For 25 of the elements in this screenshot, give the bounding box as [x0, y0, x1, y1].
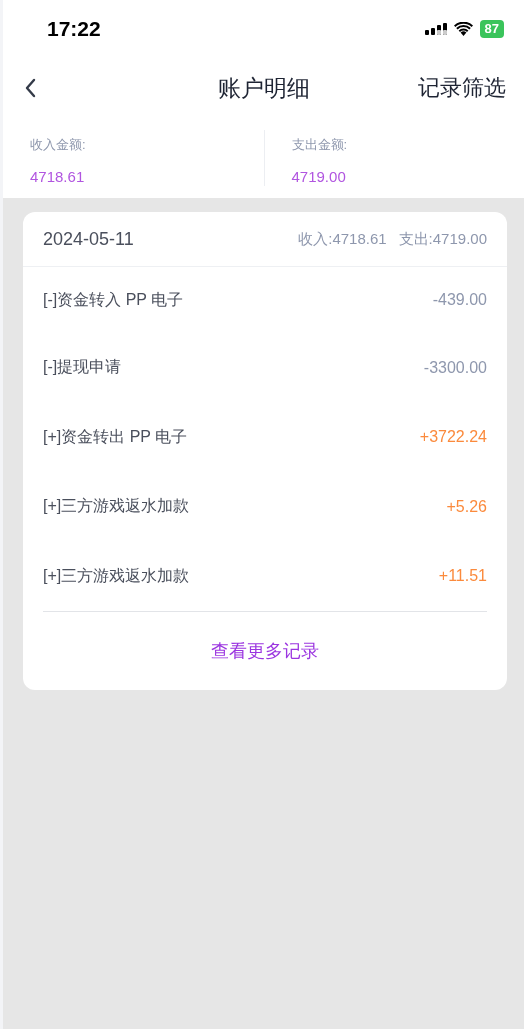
summary-label: 支出金额:: [291, 136, 349, 154]
record-title: [+]三方游戏返水加款: [43, 496, 190, 517]
wifi-icon: [453, 22, 473, 36]
battery-indicator: 87: [479, 20, 504, 38]
record-title: [-]提现申请: [43, 357, 122, 378]
summary-label: 收入金额:: [30, 136, 87, 154]
record-title: [+]资金转出 PP 电子: [43, 426, 188, 447]
record-title: [+]三方游戏返水加款: [43, 565, 190, 586]
record-amount: +3722.24: [419, 428, 487, 447]
more-records-link[interactable]: 查看更多记录: [211, 639, 319, 663]
expense-total: 支出:4719.00: [398, 229, 487, 249]
record-amount: -439.00: [432, 291, 487, 309]
back-button[interactable]: [23, 77, 37, 99]
record-title: [-]资金转入 PP 电子: [43, 289, 184, 310]
clock-time: 17:22: [47, 17, 101, 41]
date-label: 2024-05-11: [43, 228, 134, 250]
record-amount: +5.26: [446, 497, 487, 516]
summary-amount: 4719.00: [291, 168, 347, 185]
signal-icon: [424, 22, 447, 36]
record-amount: -3300.00: [423, 358, 487, 377]
filter-button[interactable]: 记录筛选: [418, 73, 506, 103]
record-amount: +11.51: [438, 567, 487, 586]
income-total: 收入:4718.61: [298, 229, 387, 249]
summary-amount: 4718.61: [30, 168, 86, 185]
page-title: 账户明细: [217, 73, 310, 103]
